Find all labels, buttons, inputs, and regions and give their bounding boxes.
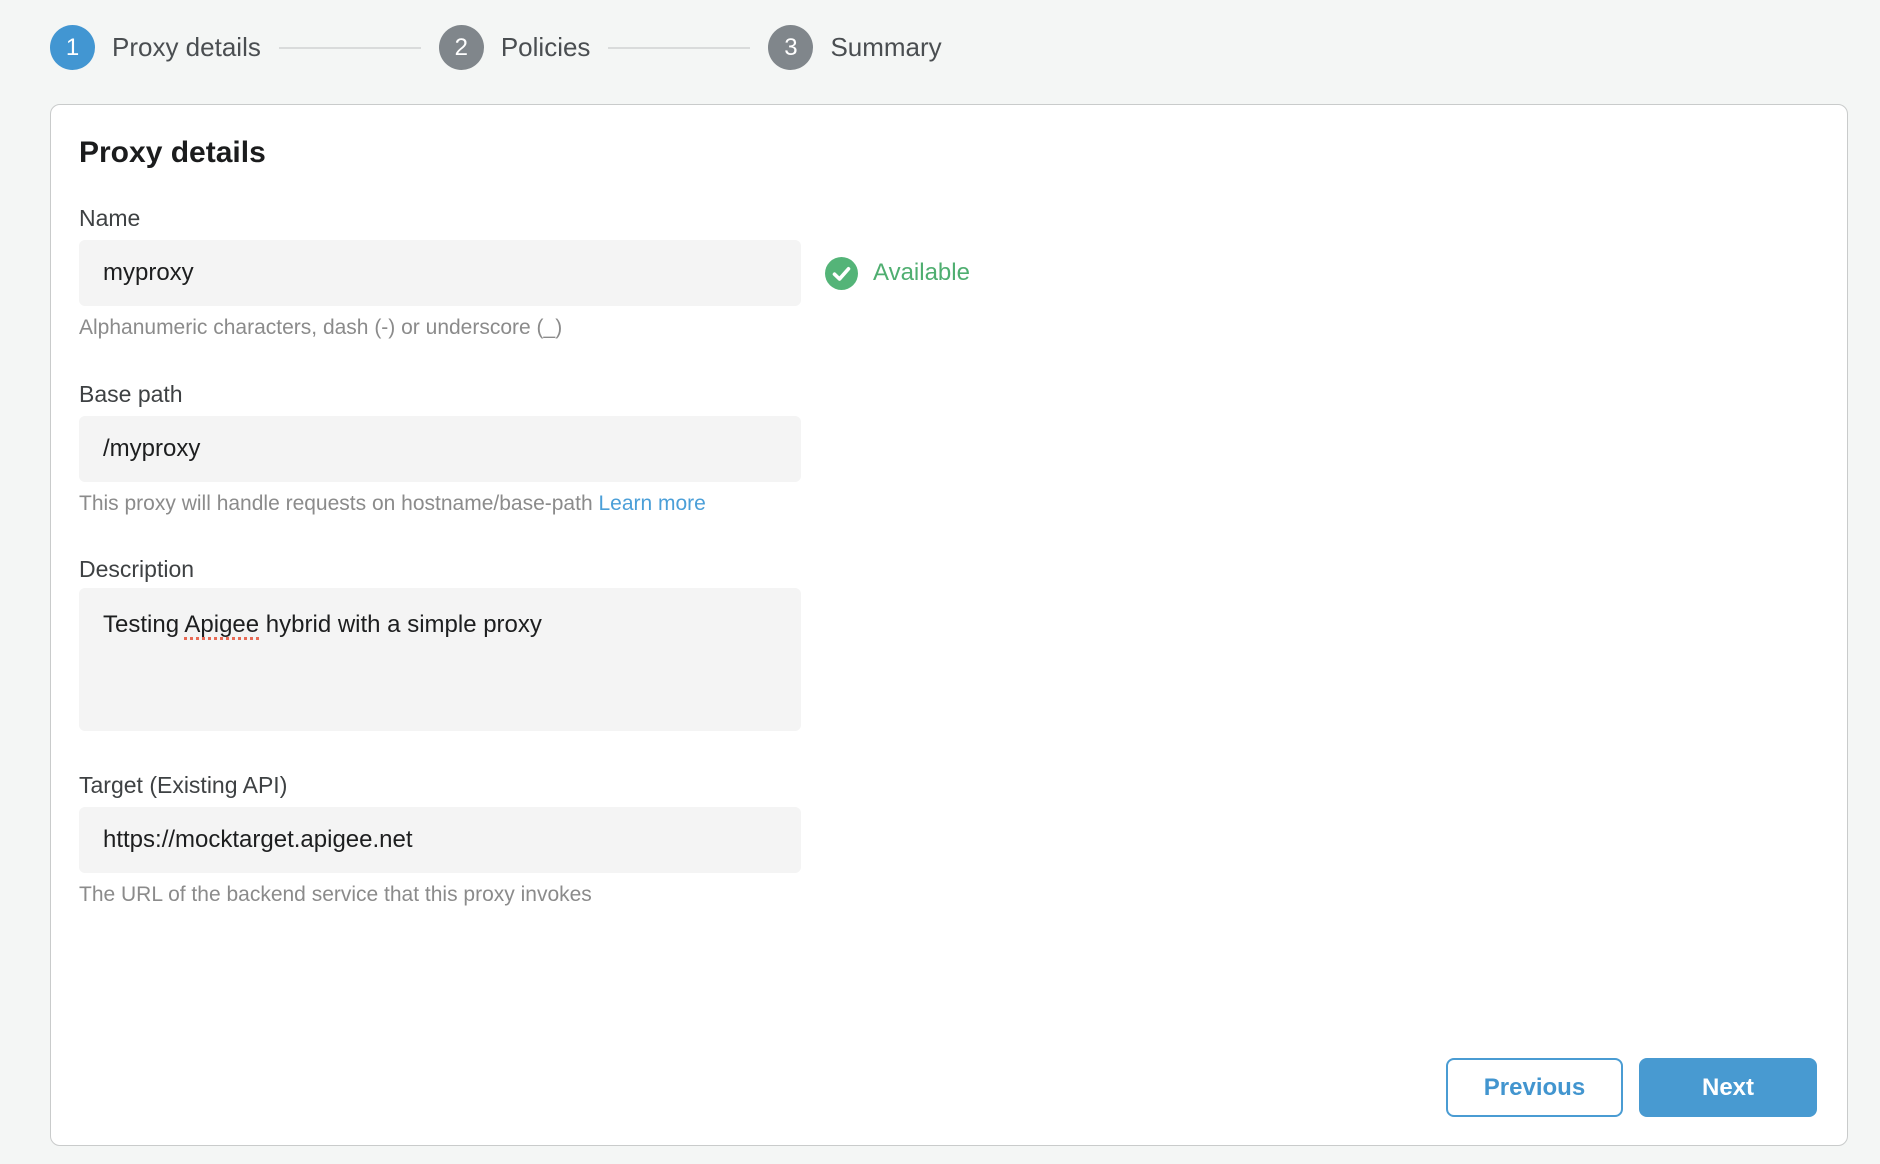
step-label: Summary xyxy=(830,32,941,63)
stepper-step-policies[interactable]: 2 Policies xyxy=(439,25,591,70)
page-title: Proxy details xyxy=(79,135,1817,171)
target-input[interactable] xyxy=(79,807,801,873)
step-label: Proxy details xyxy=(112,32,261,63)
next-button[interactable]: Next xyxy=(1639,1058,1817,1117)
base-path-field-label: Base path xyxy=(79,380,1817,408)
proxy-details-card: Proxy details Name Available Alphanumeri… xyxy=(50,104,1848,1146)
description-textarea[interactable]: Testing Apigee hybrid with a simple prox… xyxy=(79,588,801,731)
description-text: hybrid with a simple proxy xyxy=(259,611,542,638)
step-number-badge: 3 xyxy=(768,25,813,70)
target-field-label: Target (Existing API) xyxy=(79,771,1817,799)
check-circle-icon xyxy=(825,257,858,290)
learn-more-link[interactable]: Learn more xyxy=(598,492,705,515)
description-misspelled-word: Apigee xyxy=(184,611,259,638)
stepper-step-proxy-details[interactable]: 1 Proxy details xyxy=(50,25,261,70)
name-input[interactable] xyxy=(79,240,801,306)
description-field-label: Description xyxy=(79,555,1817,583)
wizard-stepper: 1 Proxy details 2 Policies 3 Summary xyxy=(50,25,942,70)
step-number-badge: 1 xyxy=(50,25,95,70)
base-path-helper-text: This proxy will handle requests on hostn… xyxy=(79,491,1817,517)
name-field-label: Name xyxy=(79,204,1817,232)
step-number-badge: 2 xyxy=(439,25,484,70)
base-path-input[interactable] xyxy=(79,416,801,482)
base-path-helper-label: This proxy will handle requests on hostn… xyxy=(79,492,593,515)
name-helper-text: Alphanumeric characters, dash (-) or und… xyxy=(79,315,1817,341)
step-connector-line xyxy=(608,47,750,49)
name-availability-status: Available xyxy=(825,257,970,290)
stepper-step-summary[interactable]: 3 Summary xyxy=(768,25,941,70)
step-label: Policies xyxy=(501,32,591,63)
description-text: Testing xyxy=(103,611,184,638)
step-connector-line xyxy=(279,47,421,49)
target-helper-text: The URL of the backend service that this… xyxy=(79,882,1817,908)
availability-label: Available xyxy=(873,259,970,287)
previous-button[interactable]: Previous xyxy=(1446,1058,1623,1117)
wizard-footer-buttons: Previous Next xyxy=(1446,1058,1817,1117)
